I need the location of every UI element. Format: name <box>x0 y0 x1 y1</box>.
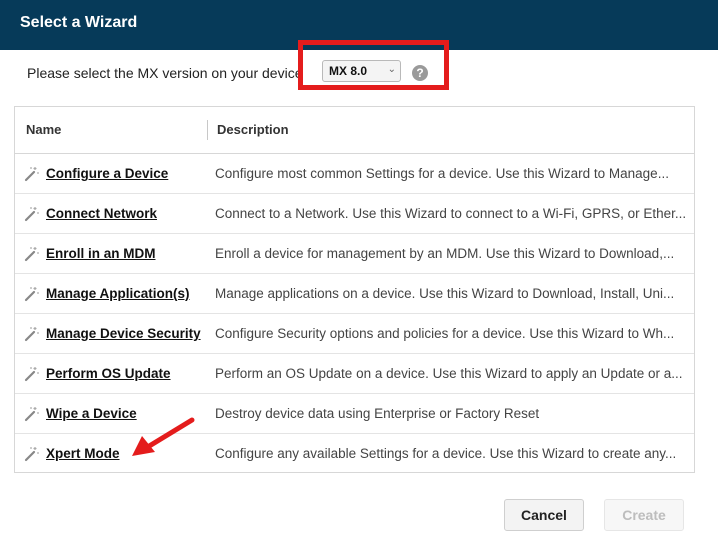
magic-wand-icon <box>24 407 39 422</box>
wizard-description: Manage applications on a device. Use thi… <box>215 286 675 301</box>
column-header-name[interactable]: Name <box>26 122 61 137</box>
wizard-link[interactable]: Manage Device Security <box>46 326 201 341</box>
mx-version-select[interactable]: MX 8.0 ⌄ <box>322 60 401 82</box>
table-row[interactable]: Xpert Mode Configure any available Setti… <box>15 434 694 472</box>
magic-wand-icon <box>24 207 39 222</box>
wizard-description: Configure most common Settings for a dev… <box>215 166 669 181</box>
mx-version-value: MX 8.0 <box>329 64 368 78</box>
magic-wand-icon <box>24 167 39 182</box>
wizard-link[interactable]: Manage Application(s) <box>46 286 190 301</box>
magic-wand-icon <box>24 287 39 302</box>
table-row[interactable]: Enroll in an MDM Enroll a device for man… <box>15 234 694 274</box>
wizard-link[interactable]: Enroll in an MDM <box>46 246 156 261</box>
wizard-description: Enroll a device for management by an MDM… <box>215 246 675 261</box>
table-header: Name Description <box>15 107 694 154</box>
wizard-description: Destroy device data using Enterprise or … <box>215 406 540 421</box>
table-row[interactable]: Wipe a Device Destroy device data using … <box>15 394 694 434</box>
table-row[interactable]: Manage Device Security Configure Securit… <box>15 314 694 354</box>
version-label: Please select the MX version on your dev… <box>27 65 303 81</box>
table-row[interactable]: Perform OS Update Perform an OS Update o… <box>15 354 694 394</box>
version-row: Please select the MX version on your dev… <box>0 55 718 95</box>
wizard-link[interactable]: Wipe a Device <box>46 406 137 421</box>
wizard-link[interactable]: Perform OS Update <box>46 366 171 381</box>
wizard-description: Configure any available Settings for a d… <box>215 446 677 461</box>
column-divider[interactable] <box>207 120 208 140</box>
wizard-link[interactable]: Xpert Mode <box>46 446 120 461</box>
wizard-link[interactable]: Connect Network <box>46 206 157 221</box>
table-body: Configure a Device Configure most common… <box>15 154 694 472</box>
help-icon[interactable]: ? <box>412 65 428 81</box>
table-row[interactable]: Manage Application(s) Manage application… <box>15 274 694 314</box>
magic-wand-icon <box>24 367 39 382</box>
create-button[interactable]: Create <box>604 499 684 531</box>
magic-wand-icon <box>24 447 39 462</box>
dialog-titlebar: Select a Wizard <box>0 0 718 50</box>
table-row[interactable]: Connect Network Connect to a Network. Us… <box>15 194 694 234</box>
magic-wand-icon <box>24 247 39 262</box>
wizard-description: Connect to a Network. Use this Wizard to… <box>215 206 687 221</box>
wizard-link[interactable]: Configure a Device <box>46 166 168 181</box>
cancel-button[interactable]: Cancel <box>504 499 584 531</box>
table-row[interactable]: Configure a Device Configure most common… <box>15 154 694 194</box>
wizard-description: Configure Security options and policies … <box>215 326 675 341</box>
chevron-down-icon: ⌄ <box>387 64 396 75</box>
column-header-description[interactable]: Description <box>217 122 289 137</box>
wizard-table: Name Description Configure a Device Conf… <box>14 106 695 473</box>
wizard-description: Perform an OS Update on a device. Use th… <box>215 366 683 381</box>
dialog-title: Select a Wizard <box>20 14 138 31</box>
magic-wand-icon <box>24 327 39 342</box>
